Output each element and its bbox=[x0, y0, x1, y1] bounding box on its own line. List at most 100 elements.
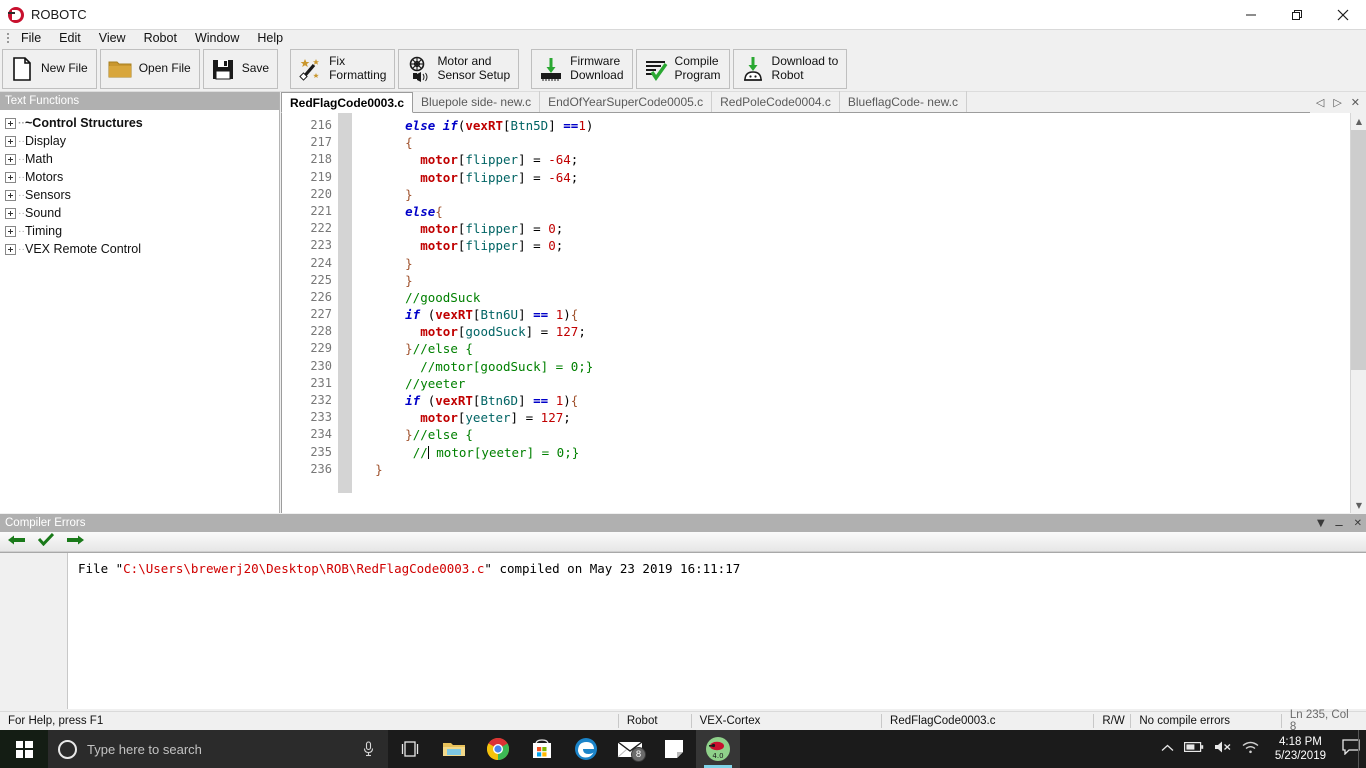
expand-plus-icon[interactable] bbox=[5, 243, 16, 255]
checkmark-icon[interactable] bbox=[37, 532, 55, 551]
task-view-icon[interactable] bbox=[388, 730, 432, 768]
new-file-button[interactable]: New File bbox=[2, 48, 97, 89]
chevron-up-icon[interactable] bbox=[1161, 740, 1174, 758]
code-line[interactable]: else{ bbox=[360, 203, 1366, 220]
code-line[interactable]: motor[flipper] = -64; bbox=[360, 151, 1366, 168]
minimize-button[interactable] bbox=[1228, 0, 1274, 30]
menu-item-edit[interactable]: Edit bbox=[50, 30, 90, 46]
tree-item-control-structures[interactable]: ·· ~Control Structures bbox=[5, 114, 279, 132]
tree-item-timing[interactable]: ·· Timing bbox=[5, 222, 279, 240]
code-line[interactable]: } bbox=[360, 255, 1366, 272]
scrollbar-thumb[interactable] bbox=[1351, 130, 1366, 370]
code-line[interactable]: motor[flipper] = -64; bbox=[360, 169, 1366, 186]
menu-item-help[interactable]: Help bbox=[248, 30, 292, 46]
microphone-icon[interactable] bbox=[363, 741, 374, 762]
tab-endofyearsupercode0005[interactable]: EndOfYearSuperCode0005.c bbox=[540, 91, 713, 112]
expand-plus-icon[interactable] bbox=[5, 225, 16, 237]
code-line[interactable]: { bbox=[360, 134, 1366, 151]
firmware-download-button[interactable]: Firmware Download bbox=[531, 48, 633, 89]
code-line[interactable]: }//else { bbox=[360, 426, 1366, 443]
search-input[interactable]: Type here to search bbox=[48, 730, 388, 768]
expand-plus-icon[interactable] bbox=[5, 189, 16, 201]
code-token: motor[yeeter] = 0;} bbox=[428, 444, 580, 460]
compiler-errors-output[interactable]: File "C:\Users\brewerj20\Desktop\ROB\Red… bbox=[0, 552, 1366, 709]
code-token: ] bbox=[518, 307, 534, 323]
arrow-right-icon[interactable] bbox=[66, 533, 84, 551]
cortana-circle-icon[interactable] bbox=[58, 739, 77, 759]
volume-muted-icon[interactable] bbox=[1214, 740, 1232, 759]
code-line[interactable]: motor[flipper] = 0; bbox=[360, 237, 1366, 254]
code-line[interactable]: if (vexRT[Btn6U] == 1){ bbox=[360, 306, 1366, 323]
menu-item-robot[interactable]: Robot bbox=[135, 30, 186, 46]
compile-program-button[interactable]: Compile Program bbox=[635, 48, 730, 89]
close-button[interactable] bbox=[1320, 0, 1366, 30]
fix-formatting-button[interactable]: Fix Formatting bbox=[290, 48, 396, 89]
code-editor[interactable]: 216 217 218 219 220 221 222 223 224 225 226 227 228 2… bbox=[281, 113, 1366, 513]
code-token: ; bbox=[578, 324, 586, 340]
code-line[interactable]: if (vexRT[Btn6D] == 1){ bbox=[360, 392, 1366, 409]
tab-redpolecode0004[interactable]: RedPoleCode0004.c bbox=[712, 91, 840, 112]
code-line[interactable]: // motor[yeeter] = 0;} bbox=[360, 444, 1366, 461]
editor-vertical-scrollbar[interactable]: ▲ ▼ bbox=[1350, 113, 1366, 513]
scroll-up-arrow-icon[interactable]: ▲ bbox=[1351, 113, 1366, 129]
code-fold-column[interactable] bbox=[338, 113, 352, 493]
show-desktop-button[interactable] bbox=[1358, 730, 1366, 768]
panel-dropdown-icon[interactable]: ▼ bbox=[1317, 518, 1325, 529]
code-line[interactable]: } bbox=[360, 272, 1366, 289]
taskbar-clock[interactable]: 4:18 PM 5/23/2019 bbox=[1269, 735, 1332, 763]
mail-icon[interactable]: 8 bbox=[608, 730, 652, 768]
tree-item-math[interactable]: ·· Math bbox=[5, 150, 279, 168]
expand-plus-icon[interactable] bbox=[5, 153, 16, 165]
windows-start-icon[interactable] bbox=[0, 730, 48, 768]
wifi-icon[interactable] bbox=[1242, 740, 1259, 759]
tree-item-display[interactable]: ·· Display bbox=[5, 132, 279, 150]
code-line[interactable]: else if(vexRT[Btn5D] ==1) bbox=[360, 117, 1366, 134]
tab-blueflagcode-new[interactable]: BlueflagCode- new.c bbox=[840, 91, 967, 112]
microsoft-store-icon[interactable] bbox=[520, 730, 564, 768]
edge-icon[interactable] bbox=[564, 730, 608, 768]
robotc-app-icon[interactable]: 4.0 bbox=[696, 730, 740, 768]
tab-redflagcode0003[interactable]: RedFlagCode0003.c bbox=[281, 92, 414, 113]
code-line[interactable]: //goodSuck bbox=[360, 289, 1366, 306]
tab-bluepole-side-new[interactable]: Bluepole side- new.c bbox=[413, 91, 541, 112]
code-line[interactable]: } bbox=[360, 186, 1366, 203]
maximize-restore-button[interactable] bbox=[1274, 0, 1320, 30]
code-line[interactable]: motor[flipper] = 0; bbox=[360, 220, 1366, 237]
expand-plus-icon[interactable] bbox=[5, 117, 16, 129]
scroll-down-arrow-icon[interactable]: ▼ bbox=[1351, 497, 1366, 513]
chrome-icon[interactable] bbox=[476, 730, 520, 768]
code-line[interactable]: motor[goodSuck] = 127; bbox=[360, 323, 1366, 340]
arrow-left-icon[interactable] bbox=[8, 533, 26, 551]
tree-item-sound[interactable]: ·· Sound bbox=[5, 204, 279, 222]
panel-pin-icon[interactable]: ⚊ bbox=[1335, 518, 1344, 529]
menu-item-file[interactable]: File bbox=[12, 30, 50, 46]
code-line[interactable]: motor[yeeter] = 127; bbox=[360, 409, 1366, 426]
code-text[interactable]: else if(vexRT[Btn5D] ==1) { motor[flippe… bbox=[352, 113, 1366, 513]
code-line[interactable]: //motor[goodSuck] = 0;} bbox=[360, 358, 1366, 375]
menu-item-window[interactable]: Window bbox=[186, 30, 248, 46]
menu-item-view[interactable]: View bbox=[90, 30, 135, 46]
expand-plus-icon[interactable] bbox=[5, 135, 16, 147]
tree-item-vex-remote-control[interactable]: ·· VEX Remote Control bbox=[5, 240, 279, 258]
file-explorer-icon[interactable] bbox=[432, 730, 476, 768]
panel-close-icon[interactable]: ✕ bbox=[1354, 518, 1362, 529]
code-line[interactable]: } bbox=[360, 461, 1366, 478]
tree-item-sensors[interactable]: ·· Sensors bbox=[5, 186, 279, 204]
tab-next-icon[interactable]: ▷ bbox=[1333, 96, 1341, 109]
tree-item-motors[interactable]: ·· Motors bbox=[5, 168, 279, 186]
menu-grip-handle[interactable] bbox=[3, 31, 12, 45]
sticky-notes-icon[interactable] bbox=[652, 730, 696, 768]
motor-and-sensor-setup-button[interactable]: Motor and Sensor Setup bbox=[398, 48, 520, 89]
code-line[interactable]: }//else { bbox=[360, 340, 1366, 357]
battery-icon[interactable] bbox=[1183, 740, 1204, 758]
download-to-robot-button[interactable]: Download to Robot bbox=[732, 48, 848, 89]
tab-prev-icon[interactable]: ◁ bbox=[1316, 96, 1324, 109]
code-token: 127 bbox=[555, 324, 579, 340]
expand-plus-icon[interactable] bbox=[5, 207, 16, 219]
expand-plus-icon[interactable] bbox=[5, 171, 16, 183]
code-line[interactable]: //yeeter bbox=[360, 375, 1366, 392]
save-button[interactable]: Save bbox=[202, 48, 279, 89]
editor-area: RedFlagCode0003.c Bluepole side- new.c E… bbox=[281, 91, 1366, 513]
open-file-button[interactable]: Open File bbox=[99, 48, 200, 89]
tab-close-icon[interactable]: ✕ bbox=[1351, 96, 1360, 109]
